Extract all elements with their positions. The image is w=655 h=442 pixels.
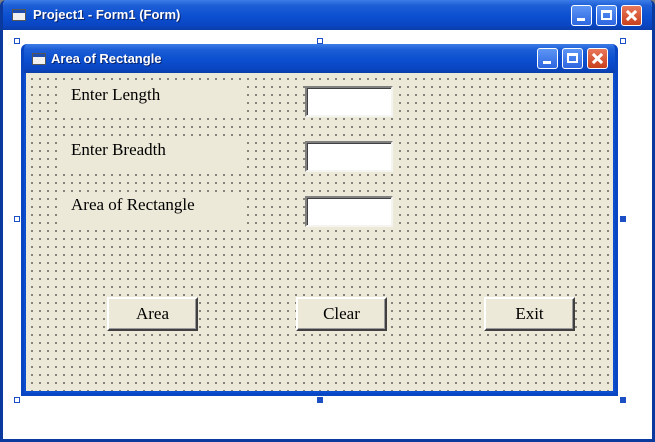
minimize-icon — [577, 18, 585, 21]
form-titlebar[interactable]: Area of Rectangle — [24, 44, 615, 73]
form-minimize-button[interactable] — [537, 48, 558, 69]
close-icon — [622, 6, 641, 25]
clear-button[interactable]: Clear — [296, 297, 387, 331]
area-button[interactable]: Area — [107, 297, 198, 331]
designer-window: Project1 - Form1 (Form) Area of Rectangl… — [0, 0, 655, 442]
resize-handle-top-right — [620, 38, 626, 44]
resize-handle-top-left — [14, 38, 20, 44]
designer-title: Project1 - Form1 (Form) — [33, 7, 181, 22]
resize-handle-bottom[interactable] — [317, 397, 323, 403]
resize-handle-right[interactable] — [620, 216, 626, 222]
resize-handle-left — [14, 216, 20, 222]
form-window: Area of Rectangle Enter Length Enter Bre… — [21, 44, 618, 396]
breadth-label: Enter Breadth — [63, 138, 245, 170]
resize-handle-bottom-left — [14, 397, 20, 403]
area-label: Area of Rectangle — [63, 193, 245, 225]
designer-close-button[interactable] — [621, 5, 642, 26]
designer-maximize-button[interactable] — [596, 5, 617, 26]
exit-button[interactable]: Exit — [484, 297, 575, 331]
length-input[interactable] — [305, 86, 393, 117]
breadth-input[interactable] — [305, 141, 393, 172]
designer-minimize-button[interactable] — [571, 5, 592, 26]
minimize-icon — [543, 61, 551, 64]
form-close-button[interactable] — [587, 48, 608, 69]
designer-titlebar[interactable]: Project1 - Form1 (Form) — [3, 0, 652, 30]
area-output[interactable] — [305, 196, 393, 227]
close-icon — [588, 49, 607, 68]
form-window-icon — [32, 53, 46, 65]
form-title: Area of Rectangle — [51, 51, 162, 66]
form-client-area[interactable]: Enter Length Enter Breadth Area of Recta… — [26, 73, 613, 391]
length-label: Enter Length — [63, 83, 245, 115]
form-maximize-button[interactable] — [562, 48, 583, 69]
form-window-icon — [12, 9, 26, 21]
maximize-icon — [601, 10, 612, 20]
resize-handle-bottom-right[interactable] — [620, 397, 626, 403]
maximize-icon — [567, 53, 578, 63]
